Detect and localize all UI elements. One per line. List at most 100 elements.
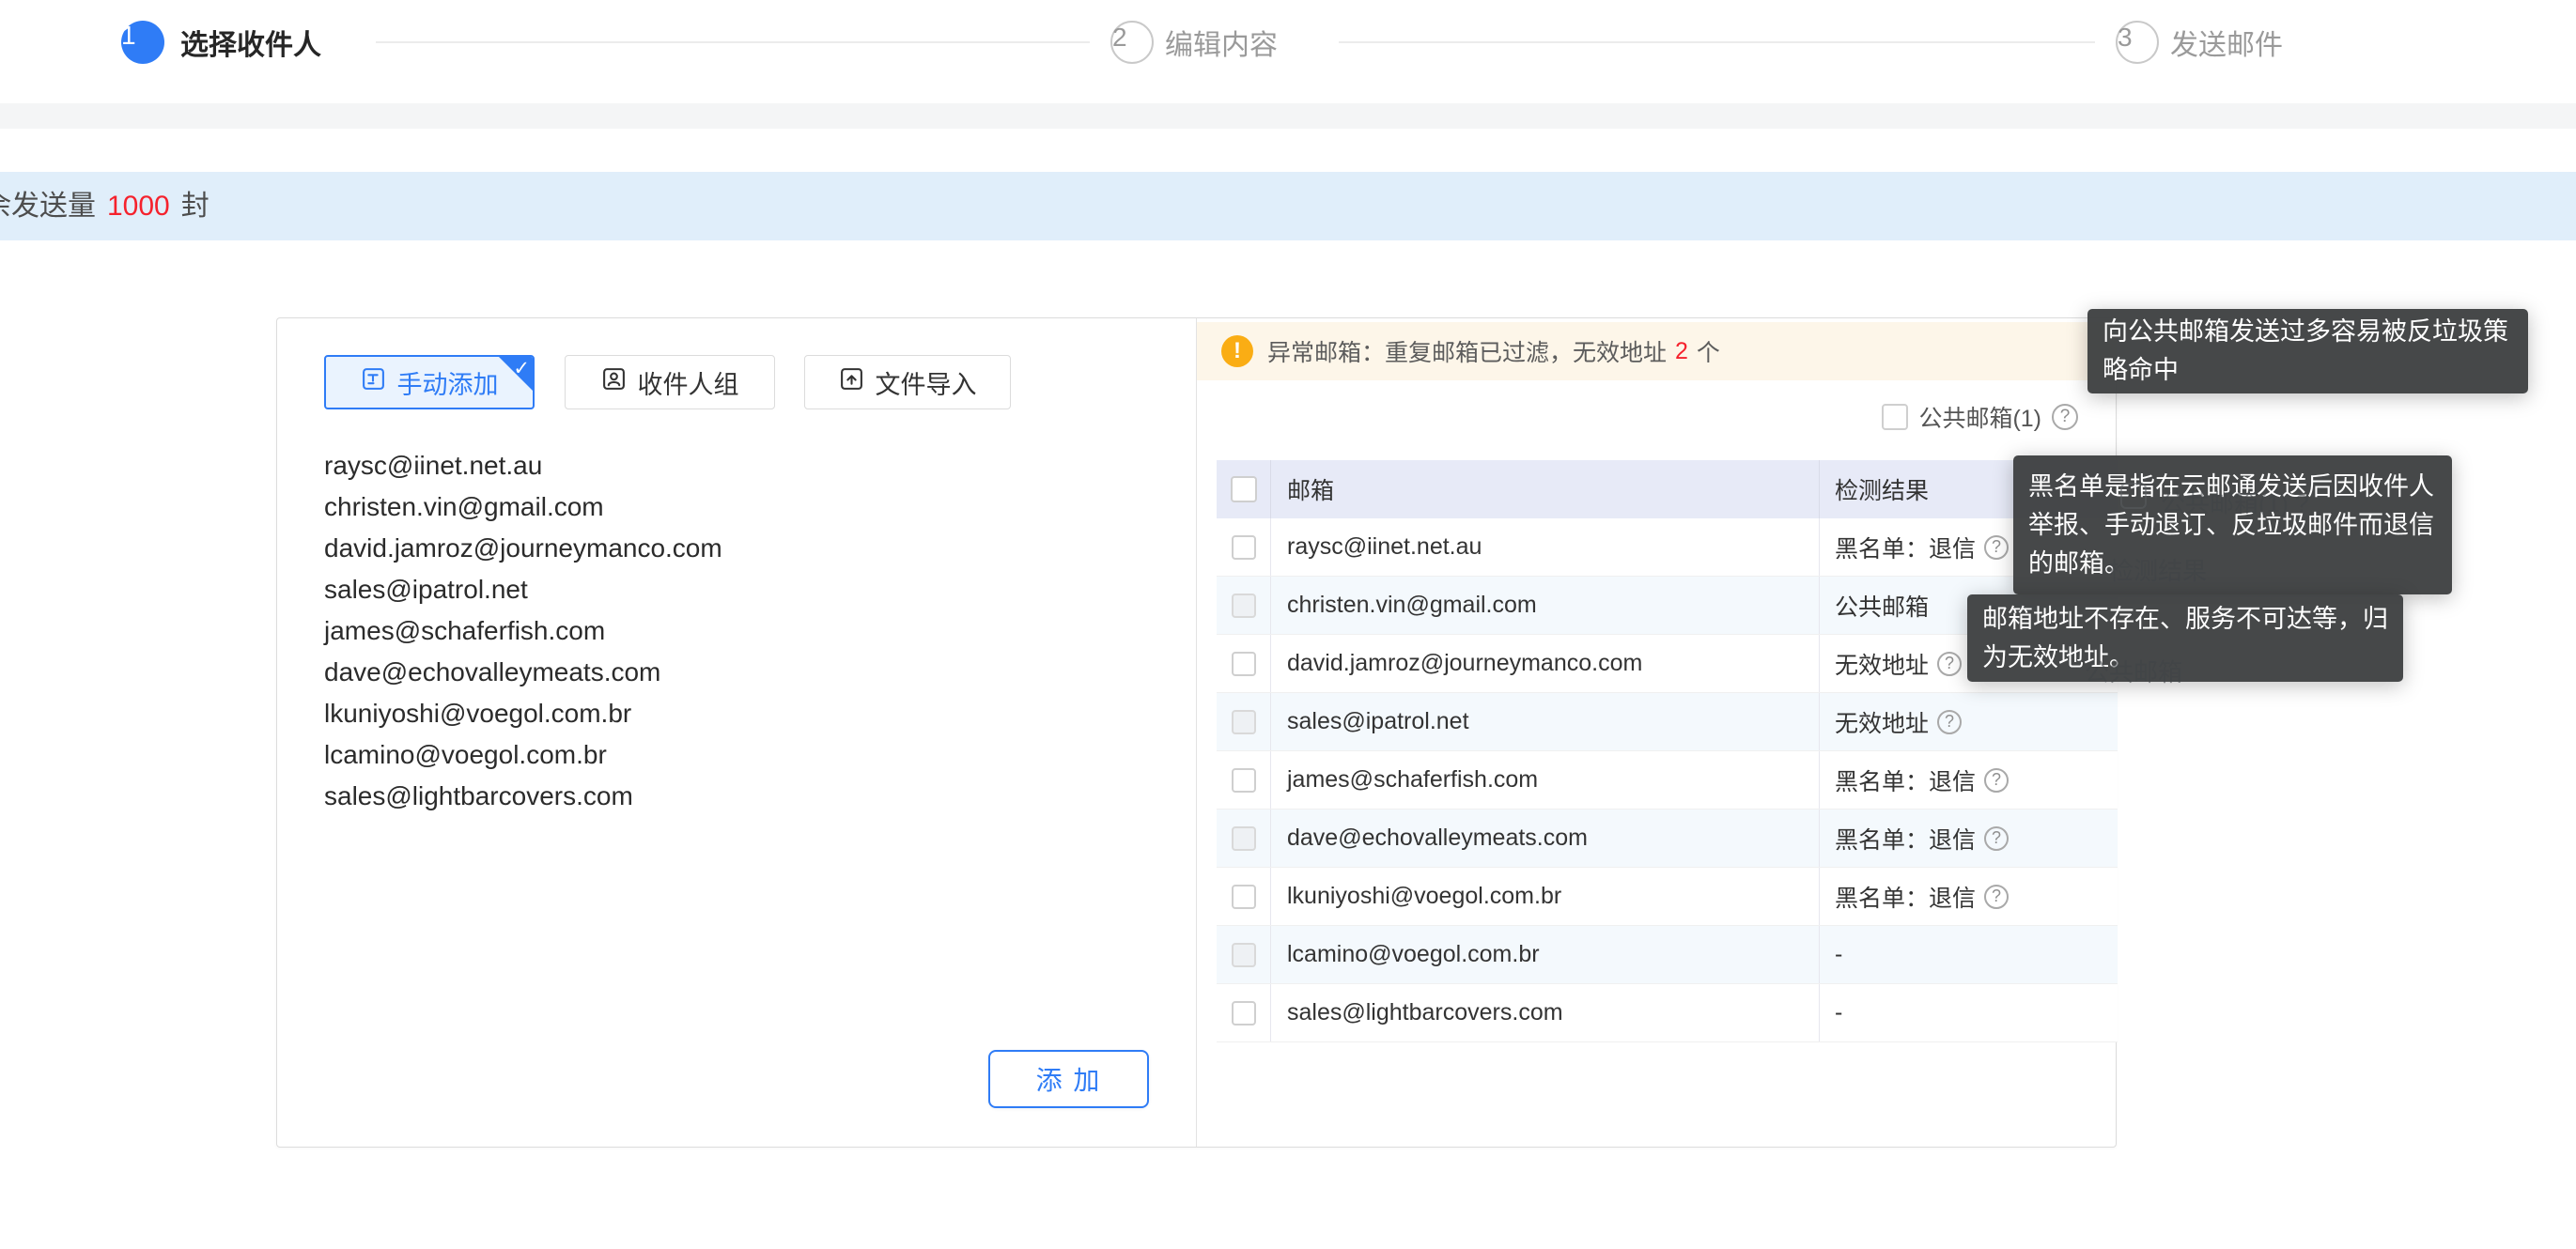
tab-label: 文件导入 (876, 364, 977, 401)
select-all-checkbox[interactable] (1231, 476, 1257, 502)
result-text: 黑名单：退信 (1835, 822, 1976, 856)
row-email-cell: sales@lightbarcovers.com (1270, 984, 1819, 1041)
table-row: raysc@iinet.net.au黑名单：退信? (1217, 518, 2118, 577)
row-checkbox[interactable] (1232, 652, 1256, 676)
row-checkbox-cell (1217, 810, 1270, 867)
row-email-cell: david.jamroz@journeymanco.com (1270, 635, 1819, 692)
row-result-cell: 黑名单：退信? (1819, 810, 2118, 867)
table-row: james@schaferfish.com黑名单：退信? (1217, 751, 2118, 810)
file-import-icon (839, 366, 864, 398)
row-checkbox-cell (1217, 635, 1270, 692)
quota-text: 剩余发送量1000封 (0, 172, 209, 240)
result-text: - (1835, 999, 1842, 1026)
tab-manual-add[interactable]: 手动添加 ✓ (324, 355, 535, 409)
tooltip-line: 邮箱地址不存在、服务不可达等，归 (1982, 600, 2388, 639)
table-row: sales@lightbarcovers.com- (1217, 984, 2118, 1042)
public-mailbox-help-icon[interactable]: ? (2052, 404, 2078, 430)
table-row: sales@ipatrol.net无效地址? (1217, 693, 2118, 751)
quota-prefix: 剩余发送量 (0, 191, 96, 222)
pane-divider (1196, 318, 1197, 1147)
step-circle-1: 1 (121, 21, 164, 64)
result-help-icon[interactable]: ? (1984, 768, 2009, 793)
check-icon: ✓ (513, 357, 530, 380)
row-checkbox[interactable] (1232, 768, 1256, 793)
step-label-1: 选择收件人 (180, 0, 321, 85)
tab-label: 手动添加 (397, 364, 499, 401)
row-checkbox[interactable] (1232, 885, 1256, 909)
row-checkbox[interactable] (1232, 594, 1256, 618)
row-checkbox-cell (1217, 926, 1270, 983)
result-text: 公共邮箱 (1835, 589, 1929, 623)
table-row: lcamino@voegol.com.br- (1217, 926, 2118, 984)
check-result-table: 邮箱 检测结果 raysc@iinet.net.au黑名单：退信?christe… (1217, 460, 2118, 1042)
row-checkbox[interactable] (1232, 826, 1256, 851)
table-row: dave@echovalleymeats.com黑名单：退信? (1217, 810, 2118, 868)
result-help-icon[interactable]: ? (1984, 885, 2009, 909)
ghost-checkbox (2120, 483, 2147, 509)
tooltip-line: 向公共邮箱发送过多容易被反垃圾策 (2103, 313, 2513, 351)
row-checkbox-cell (1217, 868, 1270, 925)
warning-icon: ! (1221, 335, 1253, 367)
row-result-cell: 无效地址? (1819, 693, 2118, 750)
row-result-cell: 黑名单：退信? (1819, 751, 2118, 809)
email-column-header: 邮箱 (1270, 460, 1819, 518)
result-text: 无效地址 (1835, 705, 1929, 739)
quota-banner: 剩余发送量1000封 (0, 172, 2576, 240)
row-checkbox-cell (1217, 577, 1270, 634)
row-email-cell: dave@echovalleymeats.com (1270, 810, 1819, 867)
row-email-cell: james@schaferfish.com (1270, 751, 1819, 809)
recipient-group-icon (601, 366, 627, 398)
manual-add-icon (361, 366, 386, 398)
public-mailbox-label: 公共邮箱(1) (1918, 400, 2041, 434)
section-divider-band (0, 103, 2576, 129)
result-help-icon[interactable]: ? (1937, 710, 1962, 734)
tooltip-line: 为无效地址。 (1982, 639, 2388, 677)
result-text: 黑名单：退信 (1835, 763, 1976, 797)
row-result-cell: - (1819, 984, 2118, 1041)
result-text: - (1835, 941, 1842, 968)
step-label-2: 编辑内容 (1165, 0, 1278, 85)
result-text: 黑名单：退信 (1835, 531, 1976, 564)
recipient-email-line: david.jamroz@journeymanco.com (324, 528, 1151, 569)
row-checkbox[interactable] (1232, 710, 1256, 734)
tab-file-import[interactable]: 文件导入 (804, 355, 1011, 409)
abnormal-alert-text: 异常邮箱：重复邮箱已过滤，无效地址 (1267, 334, 1667, 368)
recipient-email-line: lkuniyoshi@voegol.com.br (324, 693, 1151, 734)
blacklist-tooltip: 黑名单是指在云邮通发送后因收件人举报、手动退订、反垃圾邮件而退信的邮箱。 (2013, 455, 2452, 594)
tab-recipient-group[interactable]: 收件人组 (565, 355, 775, 409)
row-result-cell: - (1819, 926, 2118, 983)
row-checkbox-cell (1217, 984, 1270, 1041)
ghost-fragment-2: 检测结果 (2109, 552, 2207, 587)
row-checkbox[interactable] (1232, 1001, 1256, 1025)
tooltip-line: 略命中 (2103, 351, 2513, 390)
recipient-panel: 手动添加 ✓ 收件人组 文件导入 raysc@iinet.net.auchristen… (276, 317, 2117, 1148)
row-checkbox[interactable] (1232, 535, 1256, 560)
row-email-cell: christen.vin@gmail.com (1270, 577, 1819, 634)
invalid-address-tooltip: 邮箱地址不存在、服务不可达等，归为无效地址。 (1967, 594, 2403, 682)
table-header-row: 邮箱 检测结果 (1217, 460, 2118, 518)
row-checkbox-cell (1217, 518, 1270, 576)
table-row: lkuniyoshi@voegol.com.br黑名单：退信? (1217, 868, 2118, 926)
add-button[interactable]: 添 加 (988, 1050, 1149, 1108)
tab-label: 收件人组 (638, 364, 739, 401)
quota-count: 1000 (107, 191, 170, 222)
tooltip-line: 的邮箱。 (2028, 545, 2437, 583)
abnormal-alert: ! 异常邮箱：重复邮箱已过滤，无效地址2个 (1197, 322, 2117, 380)
step-circle-3: 3 (2116, 21, 2159, 64)
table-header-checkbox-cell (1217, 460, 1270, 518)
row-result-cell: 黑名单：退信? (1819, 868, 2118, 925)
step-connector-2 (1339, 41, 2095, 43)
public-mailbox-tooltip: 向公共邮箱发送过多容易被反垃圾策略命中 (2087, 309, 2528, 393)
step-connector-1 (376, 41, 1090, 43)
step-bar: 1选择收件人2编辑内容3发送邮件 (0, 0, 2576, 99)
abnormal-alert-count: 2 (1675, 338, 1688, 365)
step-label-3: 发送邮件 (2170, 0, 2283, 85)
row-checkbox-cell (1217, 751, 1270, 809)
recipient-input[interactable]: raysc@iinet.net.auchristen.vin@gmail.com… (324, 445, 1151, 971)
public-mailbox-checkbox[interactable] (1882, 404, 1908, 430)
row-checkbox[interactable] (1232, 943, 1256, 967)
result-help-icon[interactable]: ? (1984, 826, 2009, 851)
public-mailbox-filter: 公共邮箱(1) ? (1882, 395, 2078, 439)
result-help-icon[interactable]: ? (1984, 535, 2009, 560)
result-help-icon[interactable]: ? (1937, 652, 1962, 676)
